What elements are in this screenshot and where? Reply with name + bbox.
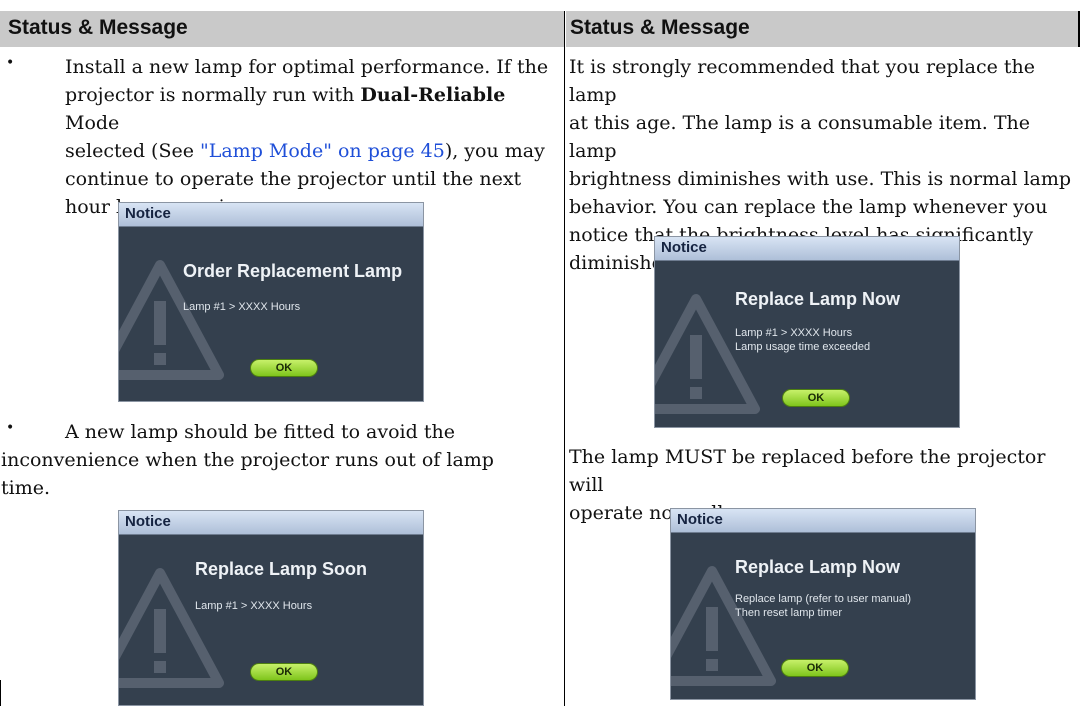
notice-dialog: Notice Replace Lamp Now Lamp #1 > XXXX H…: [654, 236, 960, 428]
notice-title-bar: Notice: [119, 203, 423, 227]
notice-dialog: Notice Replace Lamp Now Replace lamp (re…: [670, 508, 976, 700]
notice-title-bar: Notice: [671, 509, 975, 533]
ok-button[interactable]: OK: [782, 389, 850, 407]
text-line: projector is normally run with Dual-Reli…: [65, 81, 560, 137]
warning-icon: [671, 566, 776, 686]
text-segment: Mode: [65, 112, 120, 134]
notice-heading: Replace Lamp Soon: [195, 559, 368, 579]
text-line: at this age. The lamp is a consumable it…: [569, 112, 1030, 162]
instruction-paragraph: A new lamp should be fitted to avoid the…: [1, 418, 560, 502]
notice-heading: Order Replacement Lamp: [183, 261, 403, 281]
left-column-header: Status & Message: [0, 11, 565, 47]
text-line: continue to operate the projector until …: [65, 168, 522, 190]
right-column-header: Status & Message: [566, 11, 1080, 47]
notice-message: Lamp #1 > XXXX Hours: [195, 600, 313, 612]
notice-message: Lamp #1 > XXXX Hours: [735, 327, 853, 339]
ok-button[interactable]: OK: [250, 663, 318, 681]
text-line: inconvenience when the projector runs ou…: [1, 449, 494, 471]
text-segment: ), you may: [444, 140, 545, 162]
text-line: time.: [1, 477, 51, 499]
notice-heading: Replace Lamp Now: [735, 289, 901, 309]
text-line: The lamp MUST be replaced before the pro…: [569, 446, 1046, 496]
bullet-marker: •: [6, 420, 15, 436]
column-divider: [564, 11, 565, 706]
text-segment: projector is normally run with: [65, 84, 361, 106]
text-line: selected (See "Lamp Mode" on page 45), y…: [65, 137, 560, 165]
notice-message: Lamp usage time exceeded: [735, 341, 871, 353]
notice-title-bar: Notice: [119, 511, 423, 535]
notice-dialog: Notice Order Replacement Lamp Lamp #1 > …: [118, 202, 424, 402]
ok-button[interactable]: OK: [250, 359, 318, 377]
notice-message: Then reset lamp timer: [735, 607, 842, 619]
instruction-paragraph: Install a new lamp for optimal performan…: [65, 53, 560, 221]
text-line: brightness diminishes with use. This is …: [569, 168, 1072, 190]
mode-name: Dual-Reliable: [360, 84, 506, 106]
text-line: Install a new lamp for optimal performan…: [65, 56, 549, 78]
left-bottom-border: [0, 680, 1, 706]
text-line: It is strongly recommended that you repl…: [569, 56, 1035, 106]
warning-icon: [119, 568, 224, 688]
bullet-marker: •: [6, 55, 15, 71]
notice-heading: Replace Lamp Now: [735, 557, 901, 577]
text-line: A new lamp should be fitted to avoid the: [65, 421, 455, 443]
notice-message: Replace lamp (refer to user manual): [735, 593, 912, 605]
text-line: behavior. You can replace the lamp whene…: [569, 196, 1048, 218]
ok-button[interactable]: OK: [781, 659, 849, 677]
notice-title-bar: Notice: [655, 237, 959, 261]
notice-message: Lamp #1 > XXXX Hours: [183, 301, 301, 313]
warning-icon: [655, 294, 760, 414]
notice-dialog: Notice Replace Lamp Soon Lamp #1 > XXXX …: [118, 510, 424, 706]
text-segment: selected (See: [65, 140, 200, 162]
lamp-mode-link[interactable]: "Lamp Mode" on page 45: [200, 140, 445, 162]
